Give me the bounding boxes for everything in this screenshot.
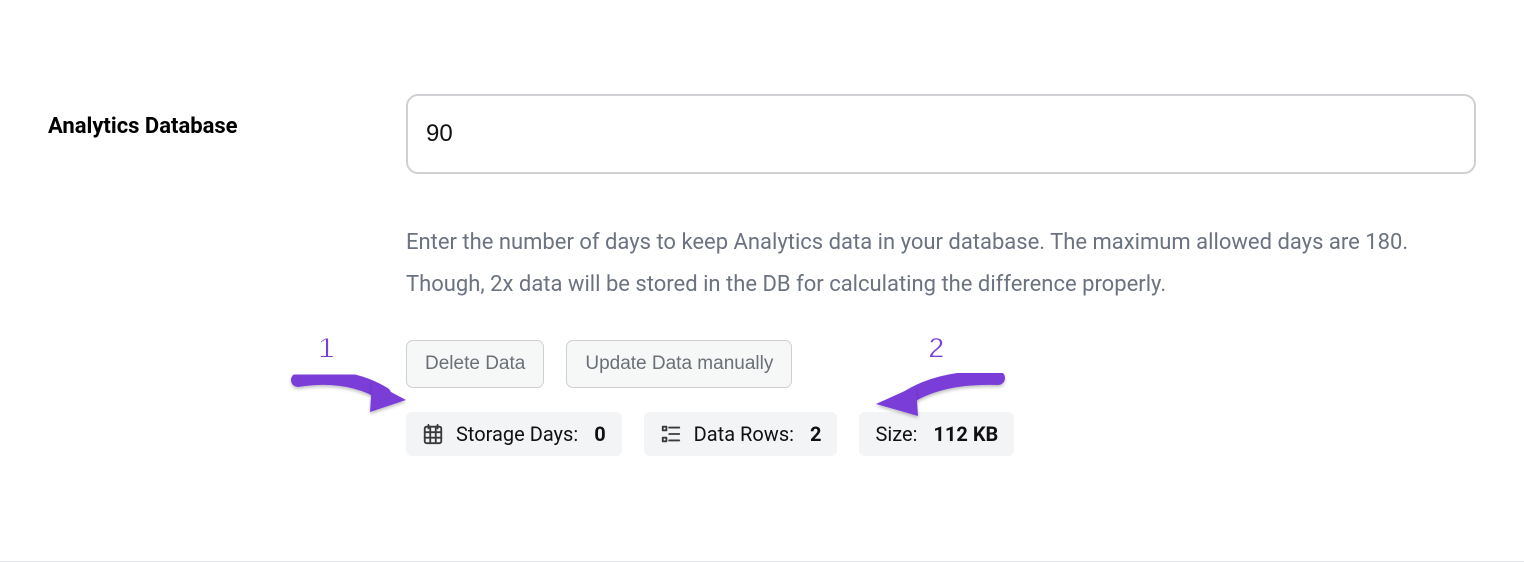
- stat-storage-days: Storage Days: 0: [406, 412, 622, 456]
- stat-label: Size:: [875, 422, 917, 446]
- list-icon: [660, 423, 682, 445]
- stat-label: Storage Days:: [456, 422, 578, 446]
- days-input[interactable]: [406, 94, 1476, 174]
- stat-value: 0: [594, 422, 605, 446]
- calendar-icon: [422, 423, 444, 445]
- stat-data-rows: Data Rows: 2: [644, 412, 838, 456]
- stat-size: Size: 112 KB: [859, 412, 1014, 456]
- delete-data-button[interactable]: Delete Data: [406, 340, 544, 388]
- field-row: Analytics Database Enter the number of d…: [0, 0, 1524, 456]
- settings-section: Analytics Database Enter the number of d…: [0, 0, 1524, 562]
- stat-label: Data Rows:: [694, 422, 794, 446]
- help-text: Enter the number of days to keep Analyti…: [406, 222, 1466, 306]
- stat-value: 2: [810, 422, 821, 446]
- stats-row: Storage Days: 0 Data Rows:: [406, 412, 1476, 456]
- field-col: Enter the number of days to keep Analyti…: [406, 94, 1476, 456]
- section-title: Analytics Database: [48, 94, 406, 139]
- update-data-button[interactable]: Update Data manually: [566, 340, 792, 388]
- annotation-number-1: 1: [318, 332, 335, 366]
- stat-value: 112 KB: [933, 422, 998, 446]
- annotation-number-2: 2: [928, 332, 945, 366]
